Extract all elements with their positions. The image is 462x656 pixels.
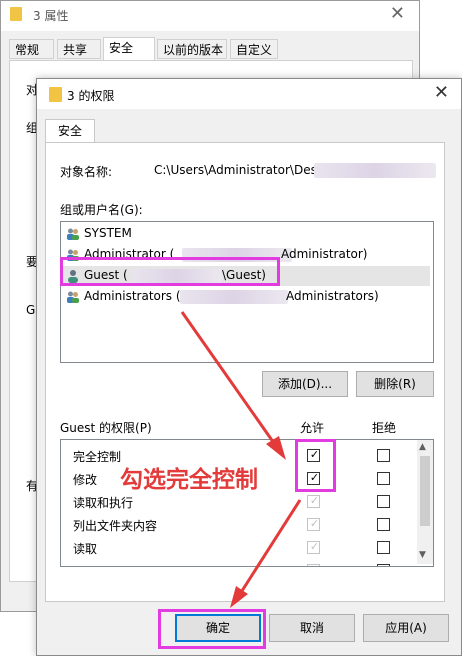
arrow-head bbox=[230, 586, 248, 608]
arrow-line bbox=[238, 499, 302, 595]
arrow-head bbox=[266, 436, 286, 460]
arrow-line bbox=[180, 311, 278, 447]
annotation-arrows bbox=[180, 311, 302, 608]
